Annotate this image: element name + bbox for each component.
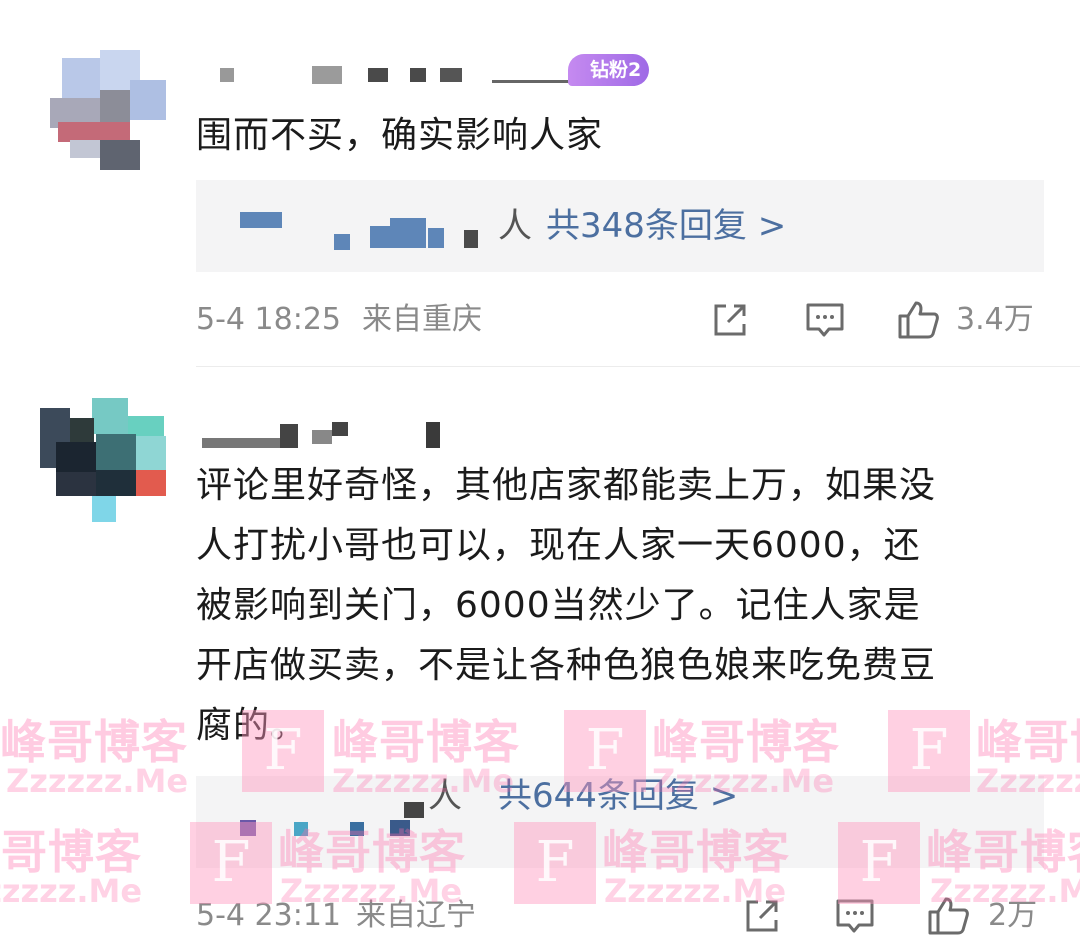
comment-text: 评论里好奇怪，其他店家都能卖上万，如果没 人打扰小哥也可以，现在人家一天6000… (196, 456, 1040, 756)
comment-text-line: 评论里好奇怪，其他店家都能卖上万，如果没 (196, 465, 937, 506)
reply-count-link[interactable]: 共348条回复 > (546, 180, 786, 272)
divider (196, 366, 1080, 367)
share-button[interactable] (742, 896, 782, 936)
reply-preview[interactable]: 人 共644条回复 > (196, 776, 1044, 868)
like-count: 2万 (988, 898, 1038, 933)
comment-item: 钻粉2 围而不买，确实影响人家 人 共348条回复 > 5-4 18:25 来自… (0, 0, 1080, 368)
share-icon (714, 304, 746, 336)
reply-partial-name: 人 (428, 776, 462, 816)
comment-text: 围而不买，确实影响人家 (196, 115, 604, 156)
comment-icon (806, 303, 844, 337)
comment-text-line: 开店做买卖，不是让各种色狼色娘来吃免费豆 (196, 645, 937, 686)
comment-button[interactable] (834, 896, 876, 936)
fan-level-badge: 钻粉2 (568, 54, 650, 86)
post-location: 来自辽宁 (356, 898, 476, 933)
comment-text-line: 被影响到关门，6000当然少了。记住人家是 (196, 585, 921, 626)
share-icon (746, 900, 778, 932)
post-location: 来自重庆 (362, 302, 482, 337)
username-redacted[interactable] (200, 418, 460, 448)
thumbs-up-icon (928, 897, 969, 935)
comment-item: 评论里好奇怪，其他店家都能卖上万，如果没 人打扰小哥也可以，现在人家一天6000… (0, 368, 1080, 950)
thumbs-up-icon (898, 301, 939, 339)
comment-button[interactable] (804, 300, 846, 340)
like-button[interactable] (896, 300, 940, 340)
avatar[interactable] (40, 398, 170, 528)
like-count: 3.4万 (956, 302, 1034, 337)
replier-redacted (240, 212, 500, 252)
reply-preview[interactable]: 人 共348条回复 > (196, 180, 1044, 272)
replier-redacted (240, 802, 460, 860)
avatar[interactable] (40, 40, 170, 170)
reply-partial-name: 人 (498, 206, 532, 246)
comment-icon (836, 899, 874, 933)
post-time: 5-4 23:11 (196, 898, 341, 933)
like-button[interactable] (926, 896, 970, 936)
post-time: 5-4 18:25 (196, 302, 341, 337)
comment-text-line: 人打扰小哥也可以，现在人家一天6000，还 (196, 525, 921, 566)
username-redacted[interactable] (200, 62, 580, 86)
reply-count-link[interactable]: 共644条回复 > (498, 750, 738, 842)
comment-text-line: 腐的。 (196, 705, 308, 746)
share-button[interactable] (710, 300, 750, 340)
